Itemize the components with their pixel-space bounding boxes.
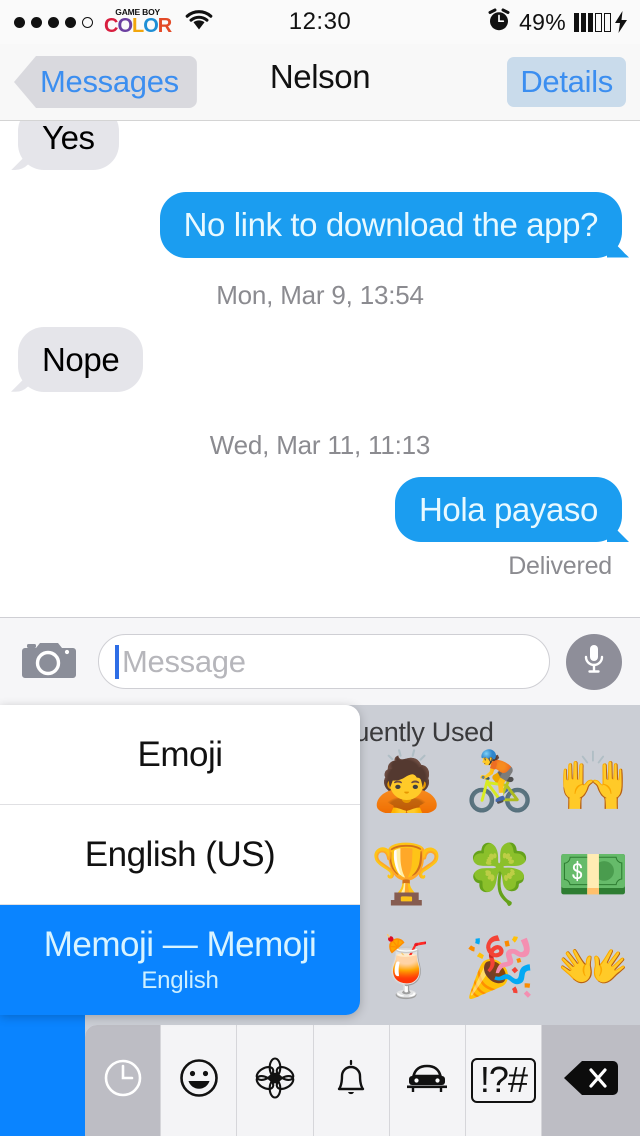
message-timestamp: Wed, Mar 11, 11:13 xyxy=(209,429,431,460)
symbols-icon: !?# xyxy=(470,1057,536,1104)
emoji-category-objects[interactable] xyxy=(314,1025,390,1136)
car-icon xyxy=(402,1058,452,1103)
emoji-open-hands[interactable]: 👐 xyxy=(547,921,640,1014)
keyboard-option-label: Emoji xyxy=(137,734,223,774)
flower-icon xyxy=(252,1055,298,1106)
emoji-dollar-banknotes[interactable]: 💵 xyxy=(547,828,640,921)
message-row: Yes xyxy=(0,121,640,171)
camera-icon xyxy=(22,638,76,685)
details-button[interactable]: Details xyxy=(507,57,626,107)
emoji-category-travel[interactable] xyxy=(390,1025,466,1136)
backspace-icon xyxy=(562,1057,620,1104)
alarm-clock-icon xyxy=(487,8,511,37)
message-row: No link to download the app? xyxy=(0,192,640,258)
keyboard-option-label: Memoji — Memoji xyxy=(43,925,317,964)
emoji-trophy[interactable]: 🏆 xyxy=(360,828,453,921)
keyboard-selector-popup: Emoji English (US) Memoji — Memoji Engli… xyxy=(0,705,360,1015)
emoji-person-bowing[interactable]: 🙇 xyxy=(360,735,453,828)
emoji-grid: 🙇 🚴 🙌 🏆 🍀 💵 🍹 🎉 👐 xyxy=(360,735,640,1014)
keyboard-selector-highlight-bleed xyxy=(0,1005,85,1136)
text-cursor xyxy=(115,644,119,679)
emoji-cyclist[interactable]: 🚴 xyxy=(453,735,546,828)
emoji-category-recents[interactable] xyxy=(85,1025,162,1136)
delete-key[interactable] xyxy=(542,1025,640,1136)
emoji-category-symbols[interactable]: !?# xyxy=(466,1025,543,1136)
message-row: Hola payaso xyxy=(0,476,640,543)
microphone-button[interactable] xyxy=(566,633,622,690)
emoji-raising-hands[interactable]: 🙌 xyxy=(547,735,640,828)
emoji-party-popper[interactable]: 🎉 xyxy=(453,921,546,1014)
emoji-category-nature[interactable] xyxy=(237,1025,314,1136)
bell-icon xyxy=(329,1055,373,1106)
message-bubble-outgoing[interactable]: Hola payaso xyxy=(394,476,639,543)
message-input-toolbar: Message xyxy=(0,617,640,705)
camera-button[interactable] xyxy=(18,635,80,689)
message-input-placeholder: Message xyxy=(122,643,246,679)
microphone-icon xyxy=(579,642,609,681)
message-timestamp: Mon, Mar 9, 13:54 xyxy=(216,279,424,310)
smiley-face-icon xyxy=(176,1055,222,1106)
message-bubble-outgoing[interactable]: No link to download the app? xyxy=(159,192,639,258)
battery-percentage: 49% xyxy=(519,8,566,35)
keyboard-option-emoji[interactable]: Emoji xyxy=(0,705,360,805)
battery-charging-icon xyxy=(574,11,628,33)
clock-icon xyxy=(101,1056,145,1105)
message-row: Nope xyxy=(0,326,640,393)
emoji-category-smileys[interactable] xyxy=(161,1025,238,1136)
navigation-bar: Messages Nelson Details xyxy=(0,44,640,121)
message-bubble-incoming[interactable]: Yes xyxy=(2,121,119,171)
message-bubble-incoming[interactable]: Nope xyxy=(1,326,144,393)
message-input-field[interactable]: Message xyxy=(98,634,550,689)
details-button-label: Details xyxy=(520,64,613,99)
keyboard-option-label: English (US) xyxy=(84,834,276,874)
emoji-four-leaf-clover[interactable]: 🍀 xyxy=(453,828,546,921)
status-bar-right: 49% xyxy=(487,0,628,44)
keyboard-option-memoji[interactable]: Memoji — Memoji English xyxy=(0,905,360,1015)
emoji-category-bar: !?# xyxy=(85,1025,640,1136)
emoji-tropical-drink[interactable]: 🍹 xyxy=(360,921,453,1014)
status-bar: GAME BOY COLOR 12:30 49% xyxy=(0,0,640,44)
delivery-status: Delivered xyxy=(508,552,612,580)
keyboard-option-sublabel: English xyxy=(141,967,219,994)
conversation-thread[interactable]: Yes No link to download the app? Mon, Ma… xyxy=(0,121,640,617)
keyboard-option-english-us[interactable]: English (US) xyxy=(0,805,360,905)
